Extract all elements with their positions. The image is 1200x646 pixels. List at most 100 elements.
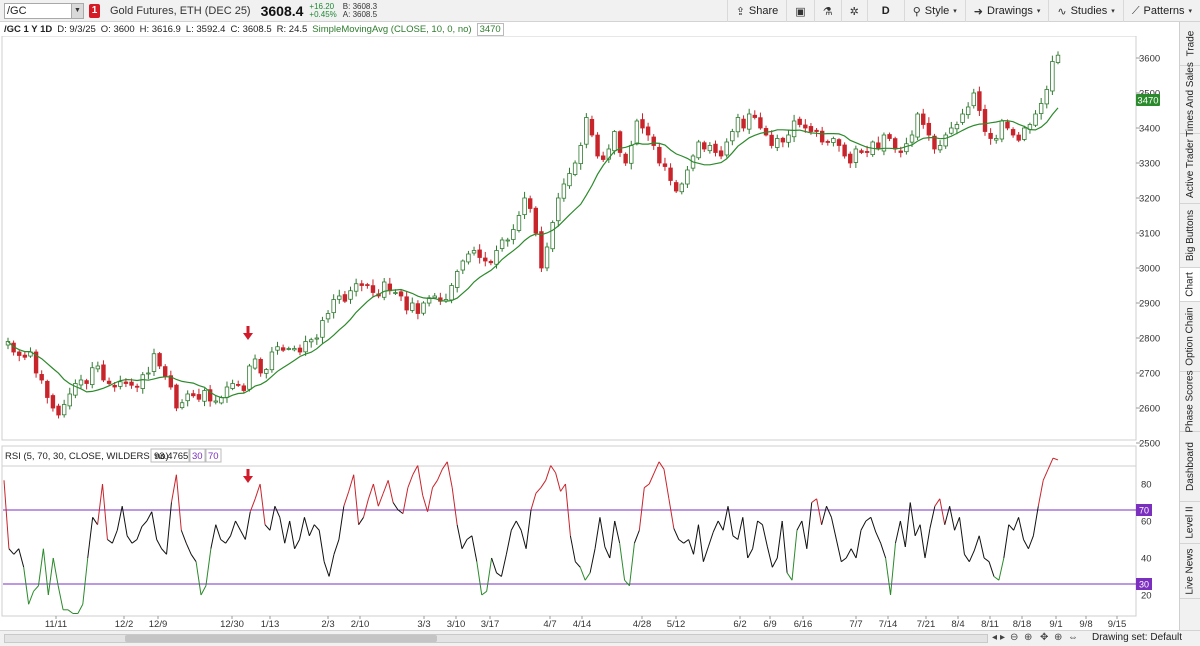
time-tick-label: 12/9 [149, 619, 168, 630]
sidebar-tab-live-news[interactable]: Live News [1180, 544, 1200, 599]
time-frame-label: D [881, 5, 890, 17]
candle-up [1022, 127, 1027, 140]
rsi-panel[interactable] [1, 465, 1137, 617]
style-button[interactable]: ⚲ Style ▾ [903, 0, 965, 22]
study-label[interactable]: SimpleMovingAvg (CLOSE, 10, 0, no) [312, 24, 471, 35]
symbol-dropdown-icon[interactable]: ▼ [71, 3, 83, 18]
link-group-badge[interactable]: 1 [89, 3, 100, 18]
candle-up [965, 106, 971, 116]
chart-title[interactable]: /GC 1 Y 1D [4, 24, 52, 35]
chart-area[interactable]: 3600350034003300320031003000290028002700… [0, 36, 1179, 630]
candle-up [320, 320, 325, 338]
candle-down [662, 163, 668, 167]
price-axis[interactable]: 3600350034003300320031003000290028002700… [1136, 54, 1160, 450]
candle-down [258, 359, 263, 374]
drawing-set-label[interactable]: Drawing set: Default [1092, 632, 1182, 643]
price-tick-label: 3000 [1139, 264, 1160, 275]
candle-up [685, 169, 690, 185]
candle-up [994, 138, 999, 141]
candle-down [673, 182, 679, 192]
sidebar-tab-option-chain[interactable]: Option Chain [1180, 302, 1200, 372]
sidebar-tab-trade[interactable]: Trade [1180, 22, 1200, 66]
sidebar-tab-times-and-sales[interactable]: Times And Sales [1180, 62, 1200, 137]
candle-down [780, 137, 786, 143]
scroll-right-icon[interactable]: ▸ [1000, 632, 1005, 643]
svg-text:70: 70 [1139, 506, 1149, 516]
candle-down [808, 126, 814, 132]
candle-down [342, 294, 348, 302]
candle-down [977, 91, 982, 111]
chevron-down-icon: ▾ [1111, 8, 1115, 15]
flask-button[interactable]: ⚗ [813, 0, 841, 22]
candle-up [735, 117, 741, 133]
candle-down [825, 141, 830, 143]
time-tick-label: 2/3 [321, 619, 334, 630]
settings-button[interactable]: ✲ [840, 0, 867, 22]
share-icon: ⇪ [735, 5, 745, 18]
sidebar-tab-active-trader[interactable]: Active Trader [1180, 134, 1200, 204]
patterns-button[interactable]: ⟋ Patterns ▾ [1122, 0, 1200, 22]
candle-down [297, 347, 303, 353]
time-frame-button[interactable]: D [866, 0, 904, 22]
studies-button[interactable]: ∿ Studies ▾ [1048, 0, 1122, 22]
sidebar-tab-label: Level II [1185, 506, 1196, 539]
zoom-in-icon[interactable]: ⊕ [1024, 632, 1032, 643]
candle-up [561, 183, 567, 199]
price-tick-label: 2800 [1139, 334, 1160, 345]
candle-down [623, 153, 628, 164]
candle-down [668, 167, 673, 181]
candle-down [129, 381, 134, 386]
candle-down [842, 144, 847, 157]
candle-down [365, 284, 370, 286]
chart-info-row: /GC 1 Y 1D D: 9/3/25 O: 3600 H: 3616.9 L… [0, 22, 1136, 36]
scrollbar-thumb[interactable] [125, 635, 437, 642]
open-label: O: 3600 [100, 23, 135, 35]
candle-up [286, 348, 291, 350]
candle-up [831, 138, 836, 143]
sidebar-tab-phase-scores[interactable]: Phase Scores [1180, 370, 1200, 433]
crosshair-icon[interactable]: ⊕ [1054, 632, 1062, 643]
sidebar-tab-level-ii[interactable]: Level II [1180, 502, 1200, 544]
time-axis[interactable]: 11/11 12/2 12/9 12/30 1/13 2/3 2/10 3/3 3/10 3/17… [45, 616, 1126, 630]
time-tick-label: 12/30 [220, 619, 244, 630]
snapshot-button[interactable]: ▣ [786, 0, 813, 22]
sidebar-tab-big-buttons[interactable]: Big Buttons [1180, 204, 1200, 268]
time-tick-label: 7/14 [879, 619, 898, 630]
time-tick-label: 8/11 [981, 619, 999, 630]
expand-icon[interactable]: ⇔ [1068, 632, 1078, 643]
candle-up [185, 393, 190, 402]
candle-up [522, 197, 527, 216]
candle-up [679, 183, 684, 193]
price-tick-label: 3300 [1139, 159, 1160, 170]
share-button[interactable]: ⇪ Share [726, 0, 787, 22]
candle-down [236, 384, 241, 386]
candle-down [533, 207, 539, 234]
candle-up [1055, 54, 1061, 63]
symbol-text[interactable]: /GC [7, 5, 27, 17]
candle-up [516, 215, 522, 231]
sidebar-tab-chart[interactable]: Chart [1180, 268, 1200, 302]
symbol-description: Gold Futures, ETH (DEC 25) [110, 4, 251, 17]
pan-icon[interactable]: ✥ [1040, 632, 1048, 643]
scroll-left-icon[interactable]: ◂ [992, 632, 997, 643]
candle-down [488, 260, 494, 264]
candle-up [247, 365, 252, 390]
zoom-out-icon[interactable]: ⊖ [1010, 632, 1018, 643]
candle-down [600, 155, 606, 160]
rsi-label[interactable]: RSI (5, 70, 30, CLOSE, WILDERS, no) [5, 451, 169, 462]
horizontal-scrollbar[interactable] [4, 634, 988, 643]
candle-down [483, 257, 488, 262]
ask-price: A: 3608.5 [342, 9, 378, 19]
rsi-oversold-label: 30 [192, 451, 203, 462]
candle-up [213, 400, 218, 403]
time-tick-label: 2/10 [351, 619, 370, 630]
candle-down [921, 113, 926, 125]
candle-down [22, 354, 28, 358]
candle-up [314, 337, 320, 340]
drawings-button[interactable]: ➜ Drawings ▾ [964, 0, 1049, 22]
flask-icon: ⚗ [822, 5, 833, 18]
candle-down [702, 142, 707, 150]
sidebar-tab-dashboard[interactable]: Dashboard [1180, 432, 1200, 502]
symbol-input[interactable]: /GC ▼ [4, 2, 84, 19]
candle-down [415, 303, 421, 314]
